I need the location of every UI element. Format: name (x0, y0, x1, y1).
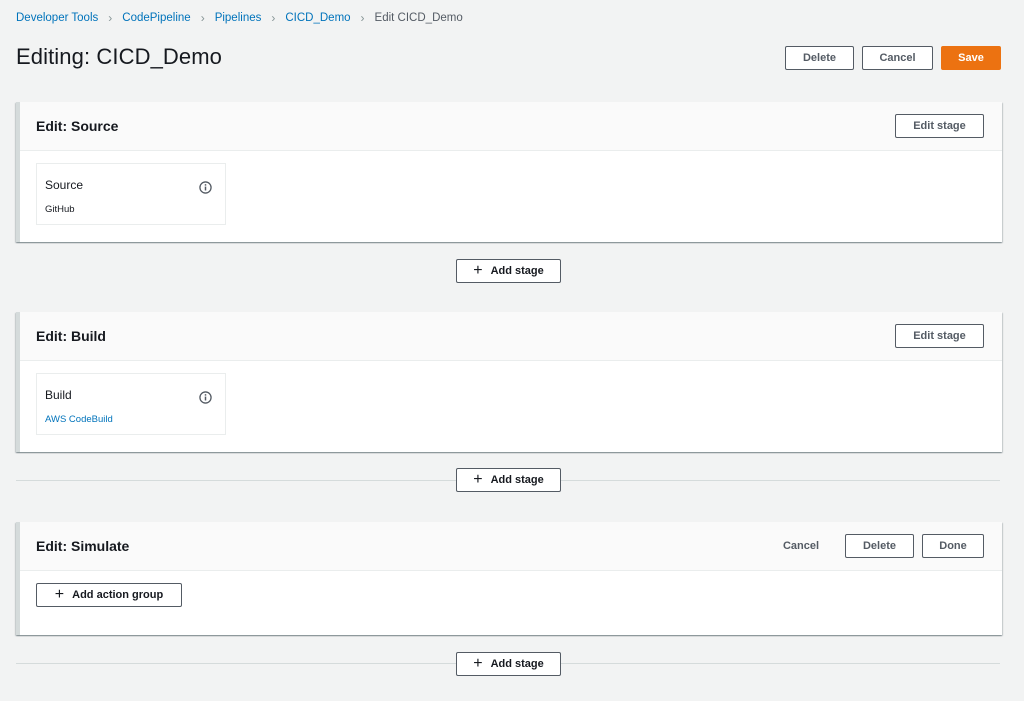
edit-stage-button[interactable]: Edit stage (895, 324, 984, 348)
done-button[interactable]: Done (922, 534, 984, 558)
plus-icon: + (54, 586, 65, 603)
action-provider: GitHub (45, 204, 75, 215)
info-icon[interactable] (199, 181, 212, 194)
breadcrumb: Developer Tools › CodePipeline › Pipelin… (16, 11, 463, 25)
edit-stage-button[interactable]: Edit stage (895, 114, 984, 138)
info-icon[interactable] (199, 391, 212, 404)
stage-simulate: Edit: Simulate Cancel Delete Done + Add … (16, 522, 1002, 635)
stage-source: Edit: Source Edit stage Source GitHub (16, 102, 1002, 242)
delete-pipeline-button[interactable]: Delete (785, 46, 854, 70)
add-stage-label: Add stage (490, 658, 544, 670)
add-stage-label: Add stage (490, 265, 544, 277)
cancel-stage-edit-button[interactable]: Cancel (772, 534, 830, 558)
chevron-right-icon: › (271, 11, 276, 25)
save-button[interactable]: Save (941, 46, 1001, 70)
stage-header: Edit: Simulate Cancel Delete Done (20, 522, 1002, 571)
stage-title: Edit: Source (36, 118, 119, 134)
action-provider-link[interactable]: AWS CodeBuild (45, 414, 113, 425)
breadcrumb-pipelines[interactable]: Pipelines (215, 12, 262, 24)
stage-header: Edit: Source Edit stage (20, 102, 1002, 151)
cancel-button[interactable]: Cancel (862, 46, 933, 70)
breadcrumb-developer-tools[interactable]: Developer Tools (16, 12, 98, 24)
chevron-right-icon: › (200, 11, 205, 25)
delete-stage-button[interactable]: Delete (845, 534, 914, 558)
add-action-group-label: Add action group (72, 589, 164, 601)
chevron-right-icon: › (360, 11, 365, 25)
plus-icon: + (473, 471, 483, 488)
action-name: Source (45, 178, 84, 192)
breadcrumb-codepipeline[interactable]: CodePipeline (122, 12, 190, 24)
add-stage-label: Add stage (490, 474, 544, 486)
page-title: Editing: CICD_Demo (16, 44, 222, 69)
plus-icon: + (473, 655, 483, 672)
action-card-source[interactable]: Source GitHub (36, 163, 226, 225)
action-name: Build (45, 388, 72, 402)
plus-icon: + (473, 262, 483, 279)
stage-build: Edit: Build Edit stage Build AWS CodeBui… (16, 312, 1002, 452)
chevron-right-icon: › (108, 11, 113, 25)
stage-title: Edit: Build (36, 328, 106, 344)
breadcrumb-cicd-demo[interactable]: CICD_Demo (285, 12, 350, 24)
action-card-build[interactable]: Build AWS CodeBuild (36, 373, 226, 435)
add-action-group-button[interactable]: + Add action group (36, 583, 182, 607)
stage-title: Edit: Simulate (36, 538, 130, 554)
add-stage-button[interactable]: + Add stage (456, 259, 561, 283)
stage-header: Edit: Build Edit stage (20, 312, 1002, 361)
add-stage-button[interactable]: + Add stage (456, 652, 561, 676)
add-stage-button[interactable]: + Add stage (456, 468, 561, 492)
breadcrumb-current: Edit CICD_Demo (374, 12, 463, 24)
